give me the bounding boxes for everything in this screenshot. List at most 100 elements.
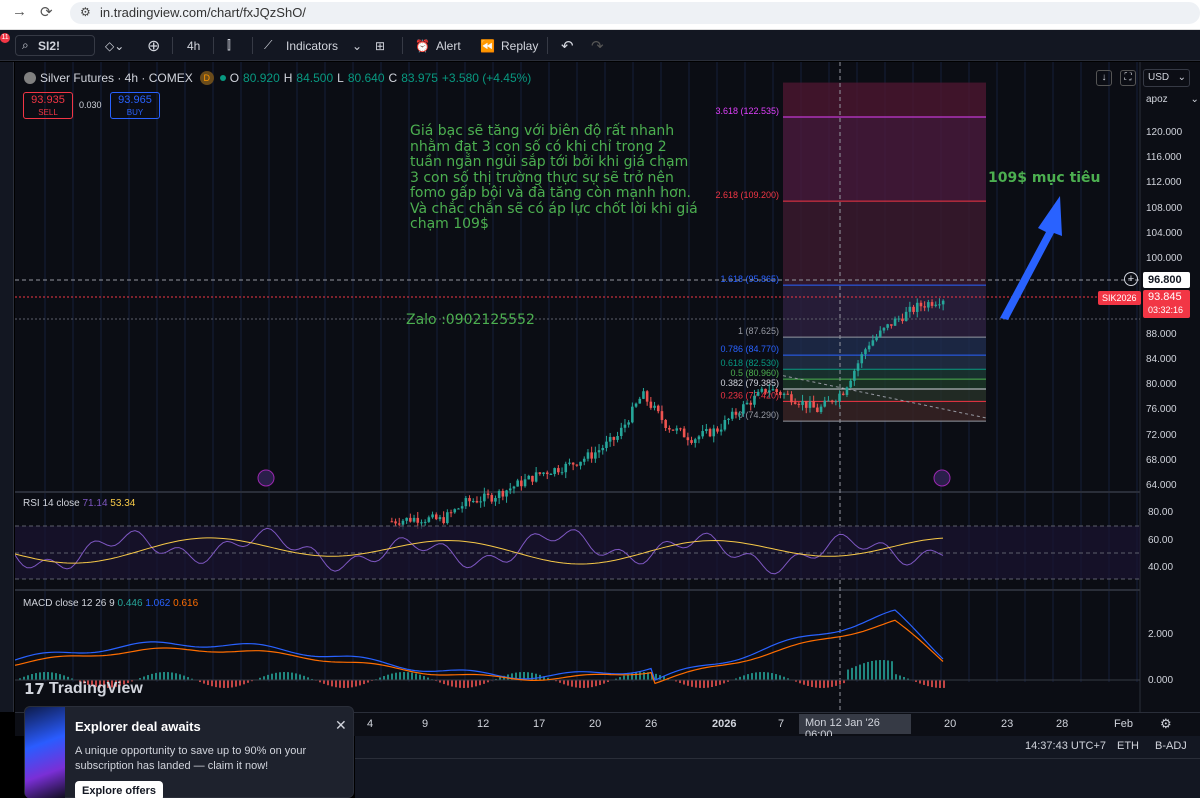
macd-histogram-bar bbox=[207, 680, 209, 686]
logo-text: TradingView bbox=[48, 680, 143, 697]
candle bbox=[416, 517, 420, 523]
macd-histogram-bar bbox=[155, 672, 157, 680]
session-toggle[interactable]: ETH bbox=[1117, 740, 1139, 752]
candle bbox=[545, 472, 549, 475]
candle bbox=[812, 401, 815, 408]
macd-histogram-bar bbox=[763, 672, 765, 680]
interval-button[interactable]: 4h bbox=[187, 30, 200, 61]
layouts-icon[interactable]: ⊞ bbox=[375, 30, 385, 61]
macd-histogram-bar bbox=[839, 680, 841, 685]
candle bbox=[919, 302, 923, 307]
scale-mode[interactable]: apoz ⌄ bbox=[1146, 94, 1199, 105]
macd-histogram-bar bbox=[859, 664, 861, 680]
candle bbox=[915, 302, 919, 312]
low-key: L bbox=[337, 71, 344, 85]
zalo-contact-text[interactable]: Zalo :0902125552 bbox=[406, 312, 535, 328]
macd-histogram-bar bbox=[863, 663, 865, 680]
macd-histogram-bar bbox=[855, 666, 857, 680]
macd-histogram-bar bbox=[755, 672, 757, 680]
replay-icon[interactable]: ⏪ bbox=[480, 30, 495, 61]
add-symbol-icon[interactable]: ⊕ bbox=[147, 30, 160, 61]
macd-histogram-bar bbox=[231, 680, 233, 688]
download-icon[interactable]: ↓ bbox=[1096, 70, 1112, 86]
site-settings-icon[interactable]: ⚙ bbox=[80, 5, 91, 19]
back-arrow-icon[interactable]: → bbox=[12, 3, 27, 20]
buy-button[interactable]: 93.965 BUY bbox=[110, 92, 160, 119]
candle bbox=[494, 497, 497, 502]
candle bbox=[882, 327, 886, 331]
macd-histogram-bar bbox=[35, 673, 37, 680]
macd-histogram-bar bbox=[403, 672, 405, 680]
undo-icon[interactable]: ↶ bbox=[561, 30, 574, 61]
candle bbox=[568, 462, 571, 464]
currency-label: USD bbox=[1148, 72, 1170, 83]
currency-select[interactable]: USD ⌄ bbox=[1143, 69, 1190, 87]
macd-histogram-bar bbox=[483, 680, 485, 684]
candle bbox=[782, 393, 786, 395]
symbol-label[interactable]: SI2! bbox=[38, 30, 60, 61]
alert-icon[interactable]: ⏰ bbox=[415, 30, 430, 61]
macd-histogram-bar bbox=[295, 673, 297, 680]
macd-histogram-bar bbox=[383, 676, 385, 680]
redo-icon[interactable]: ↷ bbox=[591, 30, 604, 61]
macd-histogram-bar bbox=[279, 672, 281, 680]
explorer-popup[interactable]: Explorer deal awaits A unique opportunit… bbox=[24, 706, 354, 798]
add-alert-icon[interactable]: + bbox=[1124, 272, 1138, 286]
macd-histogram-bar bbox=[943, 680, 945, 688]
adjustment-toggle[interactable]: B-ADJ bbox=[1155, 740, 1187, 752]
candle bbox=[804, 400, 808, 408]
candle bbox=[941, 300, 945, 305]
compare-icon[interactable]: ◇⌄ bbox=[105, 30, 124, 61]
candle bbox=[520, 480, 523, 487]
sell-button[interactable]: 93.935 SELL bbox=[23, 92, 73, 119]
candle bbox=[397, 523, 401, 525]
macd-histogram-bar bbox=[51, 672, 53, 680]
candle bbox=[627, 422, 630, 425]
reload-icon[interactable]: ⟳ bbox=[40, 3, 53, 21]
fib-level-label: 2.618 (109.200) bbox=[715, 190, 779, 200]
candle bbox=[427, 517, 431, 522]
macd-histogram-bar bbox=[571, 680, 573, 687]
address-bar[interactable]: ⚙ in.tradingview.com/chart/fxJQzShO/ bbox=[70, 2, 1200, 24]
fib-level-label: 3.618 (122.535) bbox=[715, 106, 779, 116]
macd-histogram-bar bbox=[475, 680, 477, 687]
chevron-down-icon[interactable]: ⌄ bbox=[352, 30, 362, 61]
macd-histogram-bar bbox=[167, 672, 169, 680]
crosshair-price-tag: 96.800 bbox=[1143, 272, 1190, 288]
fib-level-label: 0.786 (84.770) bbox=[720, 344, 779, 354]
macd-histogram-bar bbox=[39, 672, 41, 680]
chart-type-icon[interactable]: ⫿ bbox=[227, 30, 231, 61]
drawing-tools-sidebar[interactable] bbox=[0, 62, 14, 712]
macd-histogram-bar bbox=[43, 672, 45, 680]
spread-value: 0.030 bbox=[79, 100, 102, 110]
rsi-tick: 80.00 bbox=[1148, 507, 1174, 518]
alert-button[interactable]: Alert bbox=[436, 30, 461, 61]
candle bbox=[853, 370, 856, 381]
replay-button[interactable]: Replay bbox=[501, 30, 538, 61]
candle bbox=[523, 479, 527, 487]
settings-gear-icon[interactable]: ⚙ bbox=[1160, 716, 1172, 732]
candle bbox=[623, 424, 627, 428]
fullscreen-icon[interactable]: ⛶ bbox=[1120, 70, 1136, 86]
clock-text[interactable]: 14:37:43 UTC+7 bbox=[1025, 740, 1106, 752]
candle bbox=[508, 488, 512, 491]
annotation-text[interactable]: Giá bạc sẽ tăng với biên độ rất nhanh nh… bbox=[410, 123, 700, 233]
indicators-icon[interactable]: ⟋ bbox=[264, 30, 272, 61]
target-label[interactable]: 109$ mục tiêu bbox=[988, 170, 1101, 186]
last-price: 93.845 bbox=[1148, 291, 1182, 303]
fib-zone bbox=[783, 201, 986, 286]
candle bbox=[631, 406, 634, 423]
close-icon[interactable]: ✕ bbox=[335, 717, 347, 734]
event-marker-icon bbox=[933, 469, 951, 487]
macd-histogram-bar bbox=[271, 673, 273, 680]
price-tick: 120.000 bbox=[1146, 127, 1183, 138]
open-key: O bbox=[229, 71, 240, 85]
notification-badge[interactable]: 11 bbox=[0, 33, 10, 43]
time-label: 23 bbox=[1001, 718, 1014, 730]
macd-histogram-bar bbox=[835, 680, 837, 686]
buy-label: BUY bbox=[126, 108, 144, 117]
fib-level-label: 0.382 (79.385) bbox=[720, 378, 779, 388]
search-icon: ⌕ bbox=[22, 38, 29, 52]
explore-offers-button[interactable]: Explore offers bbox=[75, 781, 163, 798]
indicators-button[interactable]: Indicators bbox=[286, 30, 338, 61]
